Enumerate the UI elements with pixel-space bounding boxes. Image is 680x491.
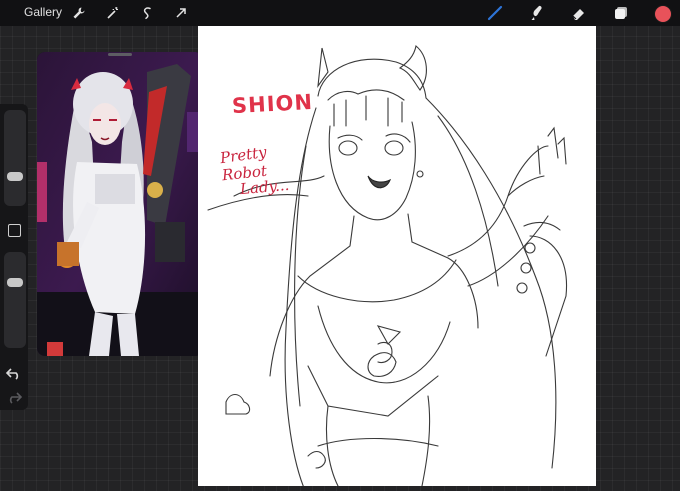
- transform-arrow-icon[interactable]: [172, 4, 190, 22]
- top-toolbar: Gallery: [0, 0, 680, 26]
- modify-button[interactable]: [8, 224, 21, 237]
- reference-image: [37, 52, 203, 356]
- brush-size-thumb[interactable]: [7, 172, 23, 181]
- smudge-icon[interactable]: [528, 4, 546, 22]
- layers-icon[interactable]: [612, 4, 630, 22]
- reference-window[interactable]: [37, 52, 203, 356]
- redo-icon[interactable]: [5, 390, 23, 404]
- undo-icon[interactable]: [5, 366, 23, 380]
- opacity-slider[interactable]: [4, 252, 26, 348]
- wrench-icon[interactable]: [70, 4, 88, 22]
- eraser-icon[interactable]: [570, 4, 588, 22]
- canvas-title-text: SHION: [231, 89, 314, 119]
- reference-drag-handle[interactable]: [108, 53, 132, 56]
- magic-wand-icon[interactable]: [104, 4, 122, 22]
- gallery-button[interactable]: Gallery: [24, 5, 62, 19]
- sidebar: [0, 104, 28, 410]
- opacity-thumb[interactable]: [7, 278, 23, 287]
- brush-size-slider[interactable]: [4, 110, 26, 206]
- selection-icon[interactable]: [138, 4, 156, 22]
- color-swatch[interactable]: [654, 5, 672, 23]
- brush-icon[interactable]: [486, 4, 504, 22]
